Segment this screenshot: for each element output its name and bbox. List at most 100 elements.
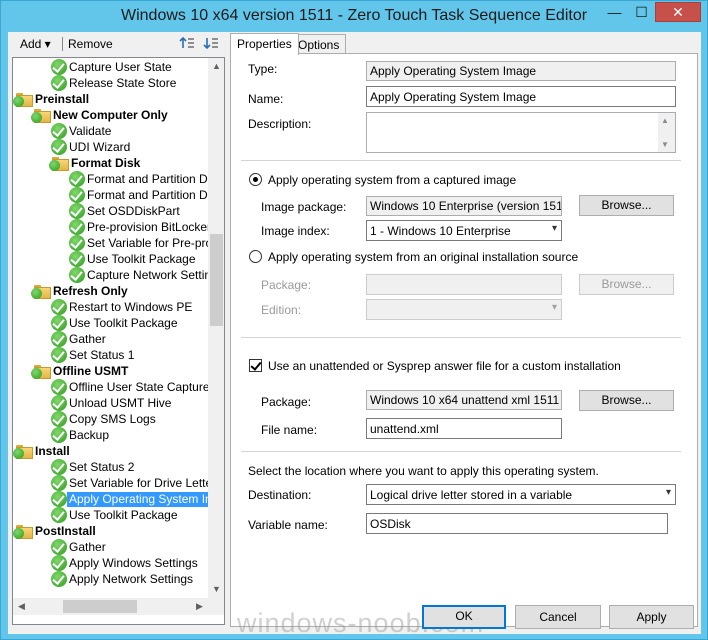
tree-group[interactable]: New Computer Only <box>31 107 170 123</box>
scroll-right-icon[interactable]: ▶ <box>191 598 208 615</box>
package-field <box>366 274 562 295</box>
minimize-button[interactable]: — <box>601 2 628 22</box>
tree-step[interactable]: Unload USMT Hive <box>51 395 173 411</box>
apply-button[interactable]: Apply <box>609 605 694 629</box>
unattend-checkbox-label: Use an unattended or Sysprep answer file… <box>268 359 621 373</box>
unattend-checkbox[interactable] <box>249 359 262 372</box>
check-icon <box>51 299 67 315</box>
tree-item-label: Use Toolkit Package <box>87 251 196 266</box>
captured-image-radio[interactable] <box>249 173 262 186</box>
editor-window: Windows 10 x64 version 1511 - Zero Touch… <box>0 0 708 640</box>
tree-step[interactable]: Set OSDDiskPart <box>69 203 182 219</box>
cancel-button[interactable]: Cancel <box>515 605 601 629</box>
unattend-package-label: Package: <box>261 395 312 409</box>
description-textarea[interactable]: ▲ ▼ <box>366 112 676 153</box>
tree-step[interactable]: Validate <box>51 123 113 139</box>
tree-step[interactable]: Gather <box>51 331 108 347</box>
tree-step[interactable]: Set Variable for Pre-provision <box>69 235 208 251</box>
original-source-option-label: Apply operating system from an original … <box>268 250 579 264</box>
destination-select[interactable]: Logical drive letter stored in a variabl… <box>366 484 676 505</box>
check-badge-icon <box>31 368 42 379</box>
description-scrollbar[interactable]: ▲ ▼ <box>658 113 675 152</box>
check-icon <box>51 571 67 587</box>
tree-step[interactable]: Apply Operating System Image <box>51 490 208 508</box>
unattend-browse-button[interactable]: Browse... <box>579 390 674 411</box>
tree-step[interactable]: Offline User State Capture <box>51 379 208 395</box>
task-sequence-tree[interactable]: Capture User State Release State Store Pre… <box>12 57 225 625</box>
tree-step[interactable]: UDI Wizard <box>51 139 132 155</box>
tree-step[interactable]: Format and Partition Disk <box>69 171 208 187</box>
tree-item-label: Install <box>35 443 70 458</box>
tree-item-label: Capture Network Settings <box>87 267 208 282</box>
ok-button[interactable]: OK <box>422 605 506 629</box>
tree-step[interactable]: Backup <box>51 427 111 443</box>
move-up-icon[interactable] <box>178 35 196 53</box>
check-badge-icon <box>49 160 60 171</box>
tree-step[interactable]: Set Status 2 <box>51 459 136 475</box>
tree-item-label: Backup <box>69 427 110 442</box>
check-icon <box>69 219 85 235</box>
toolbar-divider <box>62 37 63 51</box>
vertical-scroll-thumb[interactable] <box>210 234 223 326</box>
tree-step[interactable]: Use Toolkit Package <box>51 507 180 523</box>
maximize-button[interactable]: ☐ <box>628 2 655 22</box>
tree-vertical-scrollbar[interactable]: ▲ ▼ <box>208 58 224 598</box>
tree-step[interactable]: Apply Windows Settings <box>51 555 200 571</box>
tree-item-label: Release State Store <box>69 75 177 90</box>
tree-group[interactable]: Refresh Only <box>31 283 130 299</box>
image-package-label: Image package: <box>261 200 347 214</box>
remove-button[interactable]: Remove <box>68 37 113 51</box>
tree-item-label: Apply Network Settings <box>69 571 194 586</box>
tree-group[interactable]: Offline USMT <box>31 363 130 379</box>
tree-step[interactable]: Apply Network Settings <box>51 571 195 587</box>
title-bar[interactable]: Windows 10 x64 version 1511 - Zero Touch… <box>1 1 707 32</box>
tree-item-label: UDI Wizard <box>69 139 131 154</box>
tree-step[interactable]: Set Status 1 <box>51 347 136 363</box>
tree-group[interactable]: PostInstall <box>13 523 98 539</box>
section-divider <box>241 160 681 161</box>
tree-item-label: Set Status 1 <box>69 347 135 362</box>
move-down-icon[interactable] <box>202 35 220 53</box>
tree-step[interactable]: Capture Network Settings <box>69 267 208 283</box>
check-icon <box>69 203 85 219</box>
scroll-left-icon[interactable]: ◀ <box>13 598 30 615</box>
close-button[interactable]: ✕ <box>655 2 701 22</box>
captured-image-option-label: Apply operating system from a captured i… <box>268 173 517 187</box>
tree-group[interactable]: Install <box>13 443 72 459</box>
tree-step[interactable]: Gather <box>51 539 108 555</box>
folder-icon <box>13 92 33 107</box>
scroll-up-icon[interactable]: ▲ <box>209 58 224 75</box>
tree-item-label: Set Variable for Drive Letter <box>69 475 208 490</box>
tree-horizontal-scrollbar[interactable]: ◀ ▶ <box>13 598 208 615</box>
tree-item-label: Use Toolkit Package <box>69 315 178 330</box>
tree-step[interactable]: Restart to Windows PE <box>51 299 194 315</box>
scroll-down-icon[interactable]: ▼ <box>209 581 224 598</box>
chevron-down-icon: ▾ <box>665 487 671 498</box>
tab-options[interactable]: Options <box>291 34 347 54</box>
folder-icon <box>13 444 33 459</box>
tree-group[interactable]: Preinstall <box>13 91 91 107</box>
add-menu-button[interactable]: Add ▾ <box>20 37 51 51</box>
tree-step[interactable]: Pre-provision BitLocker <box>69 219 208 235</box>
check-badge-icon <box>13 448 24 459</box>
check-icon <box>69 171 85 187</box>
file-name-input[interactable]: unattend.xml <box>366 418 562 439</box>
tree-step[interactable]: Format and Partition Disk <box>69 187 208 203</box>
variable-name-input[interactable]: OSDisk <box>366 513 668 534</box>
tree-step[interactable]: Capture User State <box>51 59 174 75</box>
horizontal-scroll-thumb[interactable] <box>63 600 137 613</box>
tree-step[interactable]: Set Variable for Drive Letter <box>51 475 208 491</box>
tree-step[interactable]: Use Toolkit Package <box>51 315 180 331</box>
folder-icon <box>31 284 51 299</box>
image-index-select[interactable]: 1 - Windows 10 Enterprise ▾ <box>366 220 562 241</box>
original-source-radio[interactable] <box>249 250 262 263</box>
name-input[interactable]: Apply Operating System Image <box>366 86 676 107</box>
tree-group[interactable]: Format Disk <box>49 155 142 171</box>
tree-step[interactable]: Use Toolkit Package <box>69 251 198 267</box>
tree-step[interactable]: Copy SMS Logs <box>51 411 158 427</box>
tab-properties[interactable]: Properties <box>230 33 299 55</box>
tree-step[interactable]: Release State Store <box>51 75 178 91</box>
edition-select: ▾ <box>366 299 562 320</box>
editor-client: Add ▾ Remove Capture User State Release S… <box>8 32 701 634</box>
image-package-browse-button[interactable]: Browse... <box>579 195 674 216</box>
